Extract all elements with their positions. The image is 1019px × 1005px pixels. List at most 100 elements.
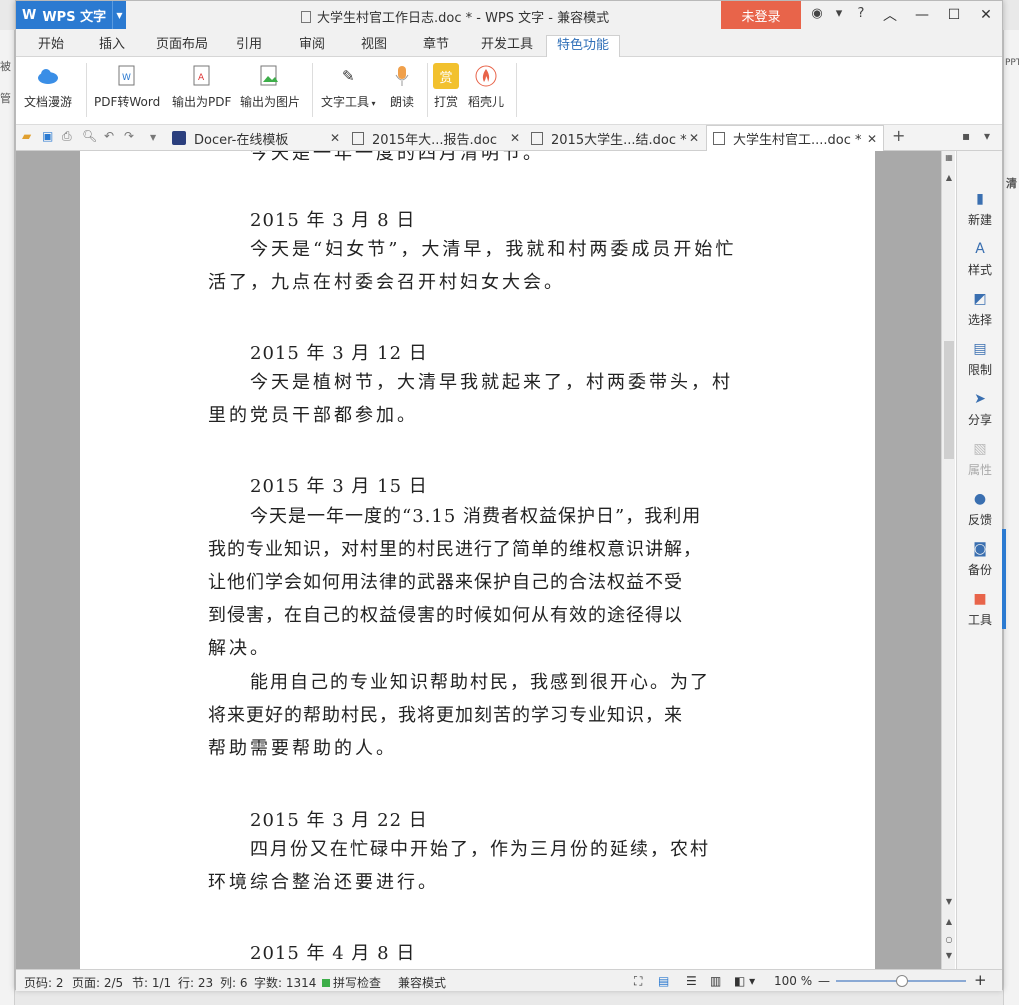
tab-view[interactable]: 视图 <box>361 35 387 57</box>
window-title: 大学生村官工作日志.doc * - WPS 文字 - 兼容模式 <box>301 7 609 26</box>
close-tab-icon[interactable]: ✕ <box>510 131 520 145</box>
status-word-count[interactable]: 字数: 1314 <box>254 974 316 991</box>
backup-button[interactable]: ◙ 备份 <box>957 541 1003 578</box>
new-tab-icon[interactable]: + <box>892 126 905 145</box>
tab-list-icon[interactable]: ▪ <box>962 129 970 143</box>
doc-roaming-button[interactable]: 文档漫游 <box>24 63 72 110</box>
zoom-slider[interactable] <box>836 975 966 987</box>
document-icon <box>352 131 364 145</box>
share-button[interactable]: ➤ 分享 <box>957 391 1003 428</box>
document-page[interactable]: 今天是一年一度的四月清明节。 2015 年 3 月 8 日 今天是“妇女节”，大… <box>80 151 875 969</box>
document-icon <box>301 11 311 23</box>
export-image-button[interactable]: 输出为图片 <box>240 63 300 110</box>
docer-button[interactable]: 稻壳儿 <box>468 63 504 110</box>
zoom-slider-knob[interactable] <box>896 975 908 987</box>
shirt-icon[interactable]: ▾ <box>828 6 850 21</box>
redo-icon[interactable]: ↷ <box>124 129 134 143</box>
doc-tab-summary[interactable]: 2015大学生...结.doc * ✕ <box>531 125 699 151</box>
paragraph: 四月份又在忙碌中开始了，作为三月份的延续，农村 <box>250 839 710 860</box>
browse-object-icon[interactable]: ○ <box>942 935 956 944</box>
status-row: 行: 23 <box>178 976 214 990</box>
app-menu-button[interactable]: W WPS 文字 ▼ <box>16 1 126 29</box>
document-tab-bar: ▰ ▣ ⎙ 🔍︎ ↶ ↷ ▼ Docer-在线模板 ✕ 2015年大...报告.… <box>16 125 1002 151</box>
undo-icon[interactable]: ↶ <box>104 129 114 143</box>
export-pdf-button[interactable]: A 输出为PDF <box>172 63 231 110</box>
doc-tab-docer[interactable]: Docer-在线模板 ✕ <box>170 125 340 151</box>
doc-tab-report[interactable]: 2015年大...报告.doc ✕ <box>352 125 520 151</box>
split-view-icon[interactable]: ▦ <box>942 153 956 162</box>
tab-review[interactable]: 审阅 <box>299 35 325 57</box>
select-button[interactable]: ◩ 选择 <box>957 291 1003 328</box>
close-tab-icon[interactable]: ✕ <box>867 132 877 146</box>
read-aloud-button[interactable]: 朗读 <box>389 63 415 110</box>
properties-button[interactable]: ▧ 属性 <box>957 441 1003 478</box>
zoom-in-button[interactable]: + <box>974 971 987 989</box>
new-button[interactable]: ▮ 新建 <box>957 191 1003 228</box>
reward-button[interactable]: 赏 打赏 <box>433 63 459 110</box>
panel-expand-handle[interactable] <box>1002 529 1006 629</box>
tab-chapter[interactable]: 章节 <box>423 35 449 57</box>
print-preview-icon[interactable]: 🔍︎ <box>82 129 97 143</box>
app-name: WPS 文字 <box>42 9 107 25</box>
spell-check-toggle[interactable]: 拼写检查 <box>322 974 381 991</box>
new-doc-icon: ▮ <box>976 191 984 207</box>
scroll-down-icon[interactable]: ▼ <box>942 897 956 906</box>
tab-developer[interactable]: 开发工具 <box>481 35 533 57</box>
collapse-ribbon-icon[interactable]: ︿ <box>874 1 906 29</box>
fullscreen-icon[interactable]: ⛶ <box>634 974 642 989</box>
scroll-up-icon[interactable]: ▲ <box>942 173 956 182</box>
paragraph: 活了，九点在村委会召开村妇女大会。 <box>208 272 565 293</box>
paragraph: 到侵害，在自己的权益侵害的时候如何从有效的途径得以 <box>208 605 683 626</box>
page-view-icon[interactable]: ▤ <box>658 974 669 988</box>
print-icon[interactable]: ⎙ <box>62 129 72 144</box>
skin-icon[interactable]: ◉ <box>806 6 828 21</box>
chevron-down-icon[interactable]: ▼ <box>112 1 126 29</box>
svg-text:W: W <box>122 73 131 83</box>
zoom-out-button[interactable]: — <box>818 974 830 988</box>
open-folder-icon[interactable]: ▰ <box>22 129 31 143</box>
entry-date: 2015 年 3 月 15 日 <box>250 476 428 497</box>
tab-reference[interactable]: 引用 <box>236 35 262 57</box>
chevron-down-icon[interactable]: ▼ <box>150 133 156 142</box>
reward-icon: 赏 <box>433 63 459 89</box>
help-icon[interactable]: ? <box>850 6 872 21</box>
paragraph: 今天是植树节，大清早我就起来了，村两委带头，村 <box>250 372 733 393</box>
desktop-text-fragment: 清 <box>1006 177 1017 190</box>
spell-check-indicator <box>322 979 330 987</box>
doc-tab-active[interactable]: 大学生村官工....doc * ✕ <box>706 125 884 151</box>
prev-page-icon[interactable]: ▲ <box>942 917 956 926</box>
entry-date: 2015 年 3 月 22 日 <box>250 810 428 831</box>
paragraph: 解决。 <box>208 638 271 659</box>
tab-start[interactable]: 开始 <box>38 35 64 57</box>
close-tab-icon[interactable]: ✕ <box>330 131 340 145</box>
desktop-right-strip: PPT 清 <box>1003 30 1019 1005</box>
maximize-button[interactable]: ☐ <box>938 1 970 29</box>
next-page-icon[interactable]: ▼ <box>942 951 956 960</box>
outline-view-icon[interactable]: ☰ <box>686 974 697 988</box>
restrict-button[interactable]: ▤ 限制 <box>957 341 1003 378</box>
tab-insert[interactable]: 插入 <box>99 35 125 57</box>
status-section: 节: 1/1 <box>132 976 172 990</box>
tab-special-features[interactable]: 特色功能 <box>546 35 621 57</box>
style-button[interactable]: A 样式 <box>957 241 1003 278</box>
text-tools-button[interactable]: ✎ 文字工具 ▾ <box>321 63 376 110</box>
desktop-text-fragment: 管 <box>0 92 11 105</box>
tab-menu-icon[interactable]: ▾ <box>984 129 990 143</box>
close-tab-icon[interactable]: ✕ <box>689 131 699 145</box>
zoom-level[interactable]: 100 % <box>774 974 812 988</box>
vertical-scrollbar[interactable]: ▦ ▲ ▼ ▲ ○ ▼ <box>941 151 955 969</box>
minimize-button[interactable]: — <box>906 1 938 29</box>
tab-page-layout[interactable]: 页面布局 <box>156 35 208 57</box>
toolbox-icon: ■ <box>973 591 987 607</box>
pdf-to-word-button[interactable]: W PDF转Word <box>94 63 160 110</box>
status-page-number: 页码: 2 <box>24 976 64 990</box>
close-button[interactable]: ✕ <box>970 1 1002 29</box>
tools-button[interactable]: ■ 工具 <box>957 591 1003 628</box>
feedback-button[interactable]: ● 反馈 <box>957 491 1003 528</box>
camera-icon: ◙ <box>973 541 987 557</box>
scrollbar-thumb[interactable] <box>944 341 954 459</box>
web-view-icon[interactable]: ▥ <box>710 974 721 988</box>
reading-view-icon[interactable]: ◧ ▾ <box>734 974 755 988</box>
login-button[interactable]: 未登录 <box>721 1 801 29</box>
save-icon[interactable]: ▣ <box>42 129 53 143</box>
